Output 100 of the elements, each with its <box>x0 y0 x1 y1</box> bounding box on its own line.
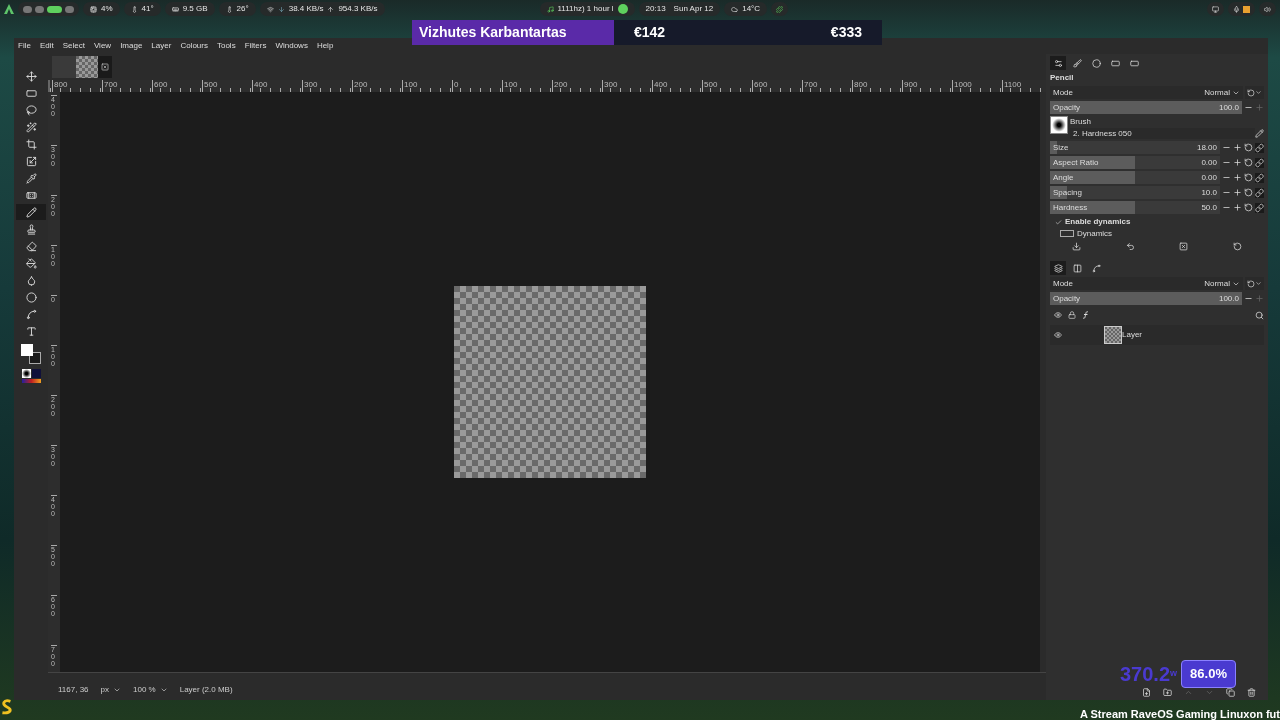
search-icon[interactable] <box>1255 310 1264 320</box>
workspace-indicator[interactable] <box>65 5 74 13</box>
visibility-toggle[interactable] <box>1054 331 1064 339</box>
slider[interactable]: Hardness 50.0 <box>1050 201 1220 214</box>
reset-icon[interactable] <box>1244 158 1253 167</box>
checkbox[interactable] <box>1054 218 1062 226</box>
delete-icon[interactable] <box>1247 687 1256 697</box>
menu-item[interactable]: Tools <box>216 40 236 52</box>
menu-item[interactable]: Image <box>120 40 143 52</box>
menu-item[interactable]: Select <box>62 40 85 52</box>
chain-icon[interactable] <box>1255 187 1264 198</box>
plus-icon[interactable] <box>1233 158 1242 167</box>
new-layer-icon[interactable] <box>1142 687 1151 697</box>
brush-name-field[interactable]: 2. Hardness 050 <box>1070 128 1255 139</box>
wand-icon <box>25 121 37 133</box>
reset-icon[interactable] <box>1244 173 1253 182</box>
chain-icon[interactable] <box>1255 142 1264 153</box>
dock-tab[interactable] <box>1050 261 1066 275</box>
workspace-indicator[interactable] <box>23 5 32 13</box>
duplicate-icon[interactable] <box>1226 687 1235 697</box>
mode-dropdown[interactable]: Mode Normal <box>1050 86 1243 99</box>
image-tab[interactable] <box>52 56 112 78</box>
chain-icon[interactable] <box>1255 157 1264 168</box>
delete-preset-icon[interactable] <box>1179 241 1189 251</box>
menu-item[interactable]: Filters <box>244 40 267 52</box>
plus-icon[interactable] <box>1233 188 1242 197</box>
menu-item[interactable]: Help <box>316 40 334 52</box>
extension-icon[interactable] <box>776 5 784 13</box>
dock-tab[interactable] <box>1050 56 1066 70</box>
lock-icon[interactable] <box>1068 311 1076 319</box>
slider-value: 0.00 <box>1201 171 1217 184</box>
tray-app-icon[interactable] <box>1243 5 1250 13</box>
slider[interactable]: Angle 0.00 <box>1050 171 1220 184</box>
chevron-icon <box>1255 280 1262 287</box>
dynamics-name: Dynamics <box>1077 230 1113 237</box>
save-preset-icon[interactable] <box>1072 241 1082 251</box>
menu-item[interactable]: View <box>93 40 112 52</box>
reset-icon[interactable] <box>1232 241 1242 251</box>
media-title: 1111hz) 1 hour l <box>557 3 614 15</box>
date-text: Sun Apr 12 <box>673 3 714 15</box>
menu-item[interactable]: Colours <box>180 40 208 52</box>
plus-icon[interactable] <box>1233 143 1242 152</box>
monitor-icon[interactable] <box>1212 5 1219 13</box>
visibility-icon[interactable] <box>1054 311 1062 319</box>
battery-badge: 86.0% <box>1181 660 1236 688</box>
unit-dropdown[interactable]: px <box>100 684 121 696</box>
microphone-icon[interactable] <box>1233 5 1240 13</box>
close-tab-button[interactable] <box>98 56 112 78</box>
mode-dropdown[interactable]: Mode Normal <box>1050 277 1243 290</box>
download-icon <box>277 5 285 13</box>
slider-value: 50.0 <box>1201 201 1217 214</box>
layer-row[interactable]: Layer <box>1050 325 1264 345</box>
play-button[interactable] <box>617 4 628 14</box>
reset-icon[interactable] <box>1244 143 1253 152</box>
workspace-indicator[interactable] <box>35 5 44 13</box>
slider-label: Opacity <box>1053 292 1081 305</box>
thermometer-icon <box>225 5 233 13</box>
upload-icon <box>327 5 335 13</box>
color-swatches[interactable] <box>21 344 41 364</box>
chevron-icon <box>113 686 121 694</box>
cloud-icon <box>731 5 739 13</box>
slider[interactable]: Spacing 10.0 <box>1050 186 1220 199</box>
plus-icon[interactable] <box>1233 173 1242 182</box>
brush-preview <box>1050 116 1068 134</box>
slider[interactable]: Opacity 100.0 <box>1050 292 1242 305</box>
reset-icon[interactable] <box>1244 188 1253 197</box>
volume-icon[interactable] <box>1264 5 1271 13</box>
reset-mode-button[interactable] <box>1245 277 1264 290</box>
reset-icon[interactable] <box>1244 203 1253 212</box>
chain-icon[interactable] <box>1255 172 1264 183</box>
slider-value: 0.00 <box>1201 156 1217 169</box>
plus-icon[interactable] <box>1233 203 1242 212</box>
menu-item[interactable]: File <box>18 40 31 52</box>
close-icon <box>101 63 109 71</box>
tool-button[interactable] <box>16 204 46 220</box>
menu-item[interactable]: Layer <box>151 40 172 52</box>
menu-item[interactable]: Windows <box>275 40 308 52</box>
slider-label: Opacity <box>1053 101 1081 114</box>
status-message: Layer (2.0 MB) <box>179 684 233 696</box>
chain-icon[interactable] <box>1255 202 1264 213</box>
gradient-preview-icon <box>21 379 41 383</box>
download-speed: 38.4 KB/s <box>288 3 324 15</box>
edit-icon[interactable] <box>1255 129 1264 138</box>
zoom-dropdown[interactable]: 100 % <box>133 684 168 696</box>
slider[interactable]: Aspect Ratio 0.00 <box>1050 156 1220 169</box>
dynamics-icon <box>1060 230 1074 237</box>
reset-mode-button[interactable] <box>1245 86 1264 99</box>
slider[interactable]: Opacity 100.0 <box>1050 101 1242 114</box>
ruler-corner <box>48 80 50 92</box>
new-group-icon[interactable] <box>1163 687 1172 697</box>
mode-label: Mode <box>1053 277 1073 290</box>
menu-item[interactable]: Edit <box>39 40 54 52</box>
layer-name: Layer <box>1122 329 1142 341</box>
restore-icon[interactable] <box>1125 241 1135 251</box>
slider[interactable]: Size 18.00 <box>1050 141 1220 154</box>
banner-amount: €333 <box>830 23 862 42</box>
effects-icon[interactable] <box>1082 311 1090 319</box>
chevron-icon <box>1255 89 1262 96</box>
brush-icon <box>1072 58 1082 68</box>
workspace-indicator[interactable] <box>47 5 62 13</box>
